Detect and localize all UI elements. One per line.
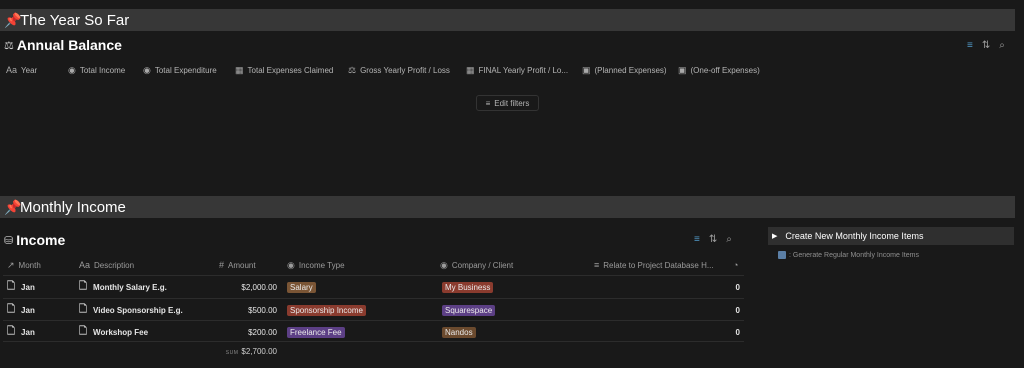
sort-icon[interactable]: ⇅ — [982, 40, 990, 51]
search-icon[interactable]: ⌕ — [726, 234, 732, 245]
income-toolbar: ≡ ⇅ ⌕ — [694, 234, 732, 245]
text-property-icon: Aa — [79, 260, 91, 270]
tag-my-business: My Business — [442, 281, 494, 293]
annual-balance-title[interactable]: ⚖ Annual Balance — [4, 37, 122, 53]
column-description[interactable]: Aa Description — [79, 259, 134, 271]
text-property-icon: Aa — [6, 65, 18, 75]
column-amount[interactable]: # Amount — [219, 259, 256, 271]
scales-icon: ⚖ — [4, 39, 14, 52]
month-cell[interactable]: 🗋 Jan — [7, 299, 35, 321]
scales-icon: ⚖ — [348, 65, 357, 75]
pin-icon: 📌 — [4, 198, 22, 215]
company-cell[interactable]: Squarespace — [442, 299, 496, 321]
property-total-income[interactable]: ◉ Total Income — [68, 65, 125, 76]
calculator-icon: ▦ — [466, 65, 475, 75]
money-icon: ▣ — [582, 65, 591, 75]
select-icon: ◉ — [440, 259, 448, 270]
page-icon: 🗋 — [7, 325, 16, 337]
column-month[interactable]: ↗ Month — [7, 259, 41, 271]
rollup-icon: ◔ — [733, 260, 739, 270]
page-icon: 🗋 — [7, 280, 16, 292]
generate-income-items-button[interactable]: : Generate Regular Monthly Income Items — [778, 251, 919, 259]
arrow-relation-icon: ↗ — [7, 259, 15, 270]
filter-icon: ≡ — [485, 98, 491, 108]
table-row[interactable]: 🗋 Jan 🗋 Workshop Fee $200.00 Freelance Fee… — [3, 320, 744, 342]
amount-cell[interactable]: $2,000.00 — [217, 276, 277, 298]
income-db-title[interactable]: ⛁ Income — [4, 232, 65, 248]
filter-icon[interactable]: ≡ — [694, 234, 700, 245]
column-income-type[interactable]: ◉ Income Type — [287, 259, 345, 271]
coins-icon: ⛁ — [4, 234, 14, 247]
section-header-monthly-income: 📌 Monthly Income — [0, 196, 1015, 218]
formula-icon: ◉ — [68, 65, 76, 75]
property-gross-yearly-profit[interactable]: ⚖ Gross Yearly Profit / Loss — [348, 65, 450, 76]
property-final-yearly-profit[interactable]: ▦ FINAL Yearly Profit / Lo... — [466, 65, 568, 76]
formula-icon: ◉ — [143, 65, 151, 75]
annual-balance-toolbar: ≡ ⇅ ⌕ — [967, 40, 1005, 51]
count-cell: 0 — [735, 282, 740, 292]
amount-sum[interactable]: SUM $2,700.00 — [222, 347, 277, 356]
column-relate-project[interactable]: ≡ Relate to Project Database H... — [594, 259, 714, 271]
description-cell[interactable]: 🗋 Video Sponsorship E.g. — [79, 299, 183, 321]
property-total-expenditure[interactable]: ◉ Total Expenditure — [143, 65, 217, 76]
income-type-cell[interactable]: Salary — [287, 276, 316, 298]
count-cell: 0 — [735, 327, 740, 337]
money-icon: ▣ — [678, 65, 687, 75]
income-title-text: Income — [16, 232, 66, 248]
page-icon: 🗋 — [7, 303, 16, 315]
table-row[interactable]: 🗋 Jan 🗋 Video Sponsorship E.g. $500.00 Spo… — [3, 298, 744, 320]
hash-icon: # — [219, 260, 225, 270]
tag-squarespace: Squarespace — [442, 304, 496, 316]
income-type-cell[interactable]: Freelance Fee — [287, 321, 345, 343]
page-icon: 🗋 — [79, 280, 88, 292]
column-company-client[interactable]: ◉ Company / Client — [440, 259, 513, 271]
page-icon: 🗋 — [79, 303, 88, 315]
tag-freelance-fee: Freelance Fee — [287, 326, 345, 338]
property-one-off-expenses[interactable]: ▣ (One-off Expenses) — [678, 65, 760, 76]
annual-balance-title-text: Annual Balance — [16, 37, 122, 53]
table-row[interactable]: 🗋 Jan 🗋 Monthly Salary E.g. $2,000.00 Sala… — [3, 275, 744, 297]
month-cell[interactable]: 🗋 Jan — [7, 276, 35, 298]
property-total-expenses-claimed[interactable]: ▦ Total Expenses Claimed — [235, 65, 333, 76]
section-header-year-so-far: 📌 The Year So Far — [0, 9, 1015, 31]
month-cell[interactable]: 🗋 Jan — [7, 321, 35, 343]
list-icon: ≡ — [594, 260, 600, 270]
description-cell[interactable]: 🗋 Monthly Salary E.g. — [79, 276, 167, 298]
section-title: Monthly Income — [20, 198, 126, 216]
amount-cell[interactable]: $200.00 — [217, 321, 277, 343]
amount-cell[interactable]: $500.00 — [217, 299, 277, 321]
edit-filters-button[interactable]: ≡ Edit filters — [476, 95, 539, 111]
tag-salary: Salary — [287, 281, 316, 293]
page-icon: 🗋 — [79, 325, 88, 337]
income-type-cell[interactable]: Sponsorship Income — [287, 299, 366, 321]
description-cell[interactable]: 🗋 Workshop Fee — [79, 321, 148, 343]
company-cell[interactable]: My Business — [442, 276, 494, 298]
pin-icon: 📌 — [4, 11, 22, 28]
property-year[interactable]: Aa Year — [6, 65, 37, 75]
calculator-icon: ▦ — [235, 65, 244, 75]
button-icon — [778, 251, 786, 259]
tag-sponsorship-income: Sponsorship Income — [287, 304, 366, 316]
filter-icon[interactable]: ≡ — [967, 40, 973, 51]
triangle-right-icon: ▶ — [772, 233, 778, 240]
company-cell[interactable]: Nandos — [442, 321, 476, 343]
property-planned-expenses[interactable]: ▣ (Planned Expenses) — [582, 65, 667, 76]
select-icon: ◉ — [287, 259, 295, 270]
search-icon[interactable]: ⌕ — [999, 40, 1005, 51]
create-income-items-toggle[interactable]: ▶ Create New Monthly Income Items — [768, 227, 1014, 245]
column-rollup[interactable]: ◔ — [733, 259, 738, 271]
sort-icon[interactable]: ⇅ — [709, 234, 717, 245]
tag-nandos: Nandos — [442, 326, 476, 338]
section-title: The Year So Far — [20, 11, 130, 29]
count-cell: 0 — [735, 305, 740, 315]
